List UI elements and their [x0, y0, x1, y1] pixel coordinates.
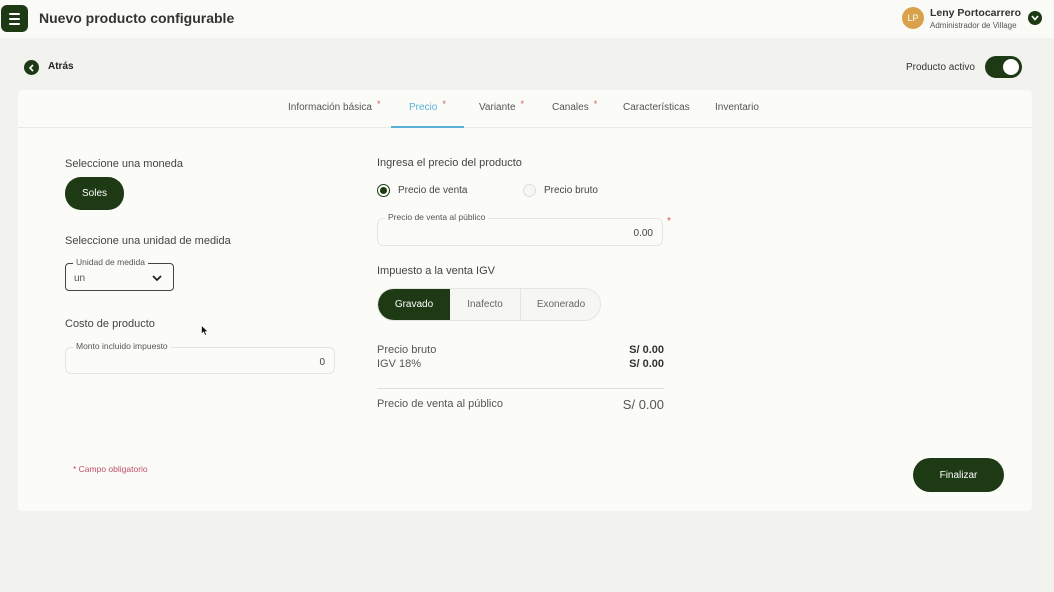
currency-soles-button[interactable]: Soles — [65, 177, 124, 210]
total-label: Precio de venta al público — [377, 398, 503, 410]
product-active-label: Producto activo — [906, 62, 975, 73]
tab-caracteristicas[interactable]: Características — [623, 102, 690, 113]
unit-value: un — [74, 273, 86, 284]
cost-field-label: Monto incluido impuesto — [73, 341, 171, 351]
chevron-down-icon[interactable] — [1028, 11, 1042, 25]
summary-row-igv: IGV 18% S/ 0.00 — [377, 358, 664, 370]
tax-option-gravado[interactable]: Gravado — [378, 289, 450, 320]
cost-heading: Costo de producto — [65, 318, 155, 330]
summary-label: IGV 18% — [377, 358, 422, 370]
unit-heading: Seleccione una unidad de medida — [65, 235, 231, 247]
avatar[interactable]: LP — [902, 7, 924, 29]
tax-option-inafecto[interactable]: Inafecto — [450, 289, 520, 320]
menu-icon[interactable] — [1, 5, 28, 32]
tax-heading: Impuesto a la venta IGV — [377, 265, 496, 277]
total-amount: S/ 0.00 — [622, 397, 664, 412]
summary-row-precio-bruto: Precio bruto S/ 0.00 — [377, 344, 664, 356]
back-link[interactable]: Atrás — [48, 61, 74, 72]
radio-precio-bruto-label[interactable]: Precio bruto — [544, 185, 598, 196]
sale-price-field-label: Precio de venta al público — [385, 212, 489, 222]
tab-variante[interactable]: Variante * — [479, 99, 524, 113]
sale-price-value: 0.00 — [633, 228, 653, 239]
radio-precio-venta[interactable] — [377, 184, 390, 197]
summary-amount: S/ 0.00 — [629, 358, 664, 370]
mouse-cursor-icon — [201, 325, 209, 336]
sale-price-input[interactable]: 0.00 — [377, 218, 663, 246]
tab-canales[interactable]: Canales * — [552, 99, 597, 113]
user-name[interactable]: Leny Portocarrero — [930, 7, 1021, 19]
tab-informacion-basica[interactable]: Información básica * — [288, 99, 380, 113]
active-tab-indicator — [391, 126, 464, 128]
tax-option-exonerado[interactable]: Exonerado — [521, 289, 600, 320]
top-bar: Nuevo producto configurable LP Leny Port… — [0, 0, 1054, 38]
unit-select[interactable]: un — [65, 263, 174, 291]
unit-field-label: Unidad de medida — [73, 257, 148, 267]
summary-label: Precio bruto — [377, 344, 437, 356]
price-heading: Ingresa el precio del producto — [377, 157, 522, 169]
radio-precio-venta-label[interactable]: Precio de venta — [398, 185, 468, 196]
required-asterisk: * — [667, 216, 671, 227]
required-note: * Campo obligatorio — [73, 464, 148, 474]
page-title: Nuevo producto configurable — [39, 10, 235, 26]
radio-precio-bruto[interactable] — [523, 184, 536, 197]
chevron-down-icon — [152, 275, 162, 282]
tab-precio[interactable]: Precio * — [409, 99, 446, 113]
summary-amount: S/ 0.00 — [629, 344, 664, 356]
finish-button[interactable]: Finalizar — [913, 458, 1004, 492]
cost-input[interactable]: 0 — [65, 347, 335, 374]
product-form-card: Información básica * Precio * Variante * Ca… — [18, 90, 1032, 511]
toggle-knob — [1003, 59, 1019, 75]
cost-value: 0 — [319, 357, 325, 368]
tax-segmented-control: Gravado Inafecto Exonerado — [377, 288, 601, 321]
user-role: Administrador de Village — [930, 21, 1017, 30]
tab-inventario[interactable]: Inventario — [715, 102, 759, 113]
summary-divider — [377, 388, 664, 389]
tab-bar: Información básica * Precio * Variante * Ca… — [18, 90, 1032, 128]
currency-heading: Seleccione una moneda — [65, 158, 184, 170]
back-arrow-icon[interactable] — [24, 60, 39, 75]
product-active-toggle[interactable] — [985, 56, 1022, 78]
